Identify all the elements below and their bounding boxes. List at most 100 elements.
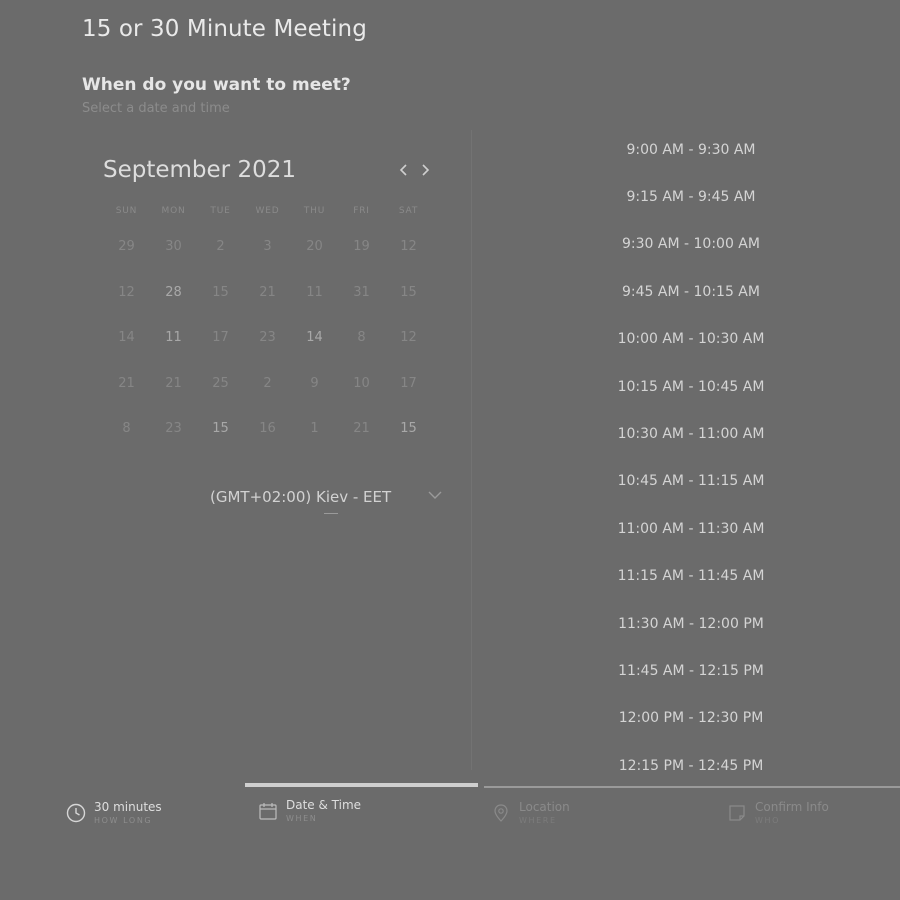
calendar-day[interactable]: 16 bbox=[244, 421, 291, 436]
calendar-header: September 2021 bbox=[100, 150, 440, 190]
calendar-day[interactable]: 21 bbox=[338, 421, 385, 436]
previous-month-button[interactable] bbox=[395, 160, 413, 180]
time-slot[interactable]: 11:45 AM - 12:15 PM bbox=[591, 647, 791, 694]
weekday-label: WED bbox=[255, 206, 280, 216]
section-subtitle: Select a date and time bbox=[82, 101, 230, 116]
step-duration[interactable]: 30 minutes HOW LONG bbox=[66, 799, 162, 827]
weekday-label: TUE bbox=[210, 206, 231, 216]
time-slot-label: 9:00 AM - 9:30 AM bbox=[626, 141, 756, 158]
chevron-down-icon bbox=[428, 491, 442, 499]
step-text: Location WHERE bbox=[519, 799, 570, 827]
calendar-day[interactable]: 11 bbox=[150, 330, 197, 345]
time-slot[interactable]: 9:00 AM - 9:30 AM bbox=[591, 126, 791, 173]
calendar-day[interactable]: 25 bbox=[197, 376, 244, 391]
calendar-day[interactable]: 21 bbox=[150, 376, 197, 391]
step-location[interactable]: Location WHERE bbox=[491, 799, 570, 827]
calendar-day[interactable]: 3 bbox=[244, 239, 291, 254]
calendar-day[interactable]: 1 bbox=[291, 421, 338, 436]
calendar-day[interactable]: 2 bbox=[197, 239, 244, 254]
location-pin-icon bbox=[494, 804, 508, 822]
calendar-week-row: 12 28 15 21 11 31 15 bbox=[103, 270, 440, 316]
calendar-day[interactable]: 2 bbox=[244, 376, 291, 391]
calendar-day[interactable]: 20 bbox=[291, 239, 338, 254]
calendar-week-row: 21 21 25 2 9 10 17 bbox=[103, 361, 440, 407]
calendar-day[interactable]: 15 bbox=[197, 421, 244, 436]
calendar-day[interactable]: 11 bbox=[291, 285, 338, 300]
step-text: 30 minutes HOW LONG bbox=[94, 799, 162, 827]
timezone-select[interactable]: (GMT+02:00) Kiev - EET bbox=[210, 484, 445, 510]
calendar-day[interactable]: 29 bbox=[103, 239, 150, 254]
chevron-left-icon bbox=[399, 164, 407, 176]
calendar-day[interactable]: 30 bbox=[150, 239, 197, 254]
time-slot-label: 11:00 AM - 11:30 AM bbox=[617, 520, 765, 537]
step-confirm-info[interactable]: Confirm Info WHO bbox=[727, 799, 829, 827]
calendar-day[interactable]: 15 bbox=[385, 285, 432, 300]
calendar-day[interactable]: 31 bbox=[338, 285, 385, 300]
weekday-label: MON bbox=[161, 206, 186, 216]
step-subtitle: WHO bbox=[755, 816, 781, 825]
time-slot-label: 10:45 AM - 11:15 AM bbox=[617, 473, 765, 490]
calendar-day[interactable]: 14 bbox=[103, 330, 150, 345]
weekday-label: THU bbox=[303, 206, 326, 216]
time-slot-label: 10:15 AM - 10:45 AM bbox=[617, 378, 765, 395]
step-date-time[interactable]: Date & Time WHEN bbox=[258, 797, 361, 825]
time-slot-list: 9:00 AM - 9:30 AM 9:15 AM - 9:45 AM 9:30… bbox=[591, 126, 791, 789]
time-slot-label: 12:15 PM - 12:45 PM bbox=[618, 757, 764, 774]
calendar-day[interactable]: 21 bbox=[244, 285, 291, 300]
step-subtitle: WHERE bbox=[519, 816, 557, 825]
step-title: Date & Time bbox=[286, 798, 362, 812]
time-slot[interactable]: 11:15 AM - 11:45 AM bbox=[591, 553, 791, 600]
time-slot-label: 11:45 AM - 12:15 PM bbox=[618, 662, 764, 679]
calendar-day[interactable]: 23 bbox=[244, 330, 291, 345]
clock-icon bbox=[66, 803, 86, 823]
calendar-day[interactable]: 23 bbox=[150, 421, 197, 436]
step-text: Confirm Info WHO bbox=[755, 799, 829, 827]
calendar-day[interactable]: 28 bbox=[150, 285, 197, 300]
calendar-day[interactable]: 12 bbox=[103, 285, 150, 300]
time-slot-label: 10:00 AM - 10:30 AM bbox=[617, 331, 765, 348]
weekday-label: FRI bbox=[353, 206, 370, 216]
calendar-week-row: 29 30 2 3 20 19 12 bbox=[103, 224, 440, 270]
calendar-day[interactable]: 17 bbox=[385, 376, 432, 391]
section-heading: When do you want to meet? bbox=[82, 75, 351, 95]
calendar-day[interactable]: 12 bbox=[385, 239, 432, 254]
step-title: Location bbox=[519, 800, 570, 814]
time-slot[interactable]: 12:15 PM - 12:45 PM bbox=[591, 742, 791, 789]
time-slot[interactable]: 10:30 AM - 11:00 AM bbox=[591, 410, 791, 457]
calendar-day[interactable]: 21 bbox=[103, 376, 150, 391]
calendar-day[interactable]: 19 bbox=[338, 239, 385, 254]
calendar-day[interactable]: 10 bbox=[338, 376, 385, 391]
timezone-underline bbox=[324, 513, 338, 514]
weekday-label: SAT bbox=[398, 206, 419, 216]
time-slot[interactable]: 9:15 AM - 9:45 AM bbox=[591, 173, 791, 220]
chevron-right-icon bbox=[422, 164, 430, 176]
time-slot-label: 10:30 AM - 11:00 AM bbox=[617, 426, 765, 443]
next-month-button[interactable] bbox=[416, 160, 434, 180]
time-slot[interactable]: 10:45 AM - 11:15 AM bbox=[591, 458, 791, 505]
weekday-label: SUN bbox=[115, 206, 138, 216]
time-slot[interactable]: 12:00 PM - 12:30 PM bbox=[591, 695, 791, 742]
calendar-day[interactable]: 9 bbox=[291, 376, 338, 391]
calendar-day[interactable]: 15 bbox=[197, 285, 244, 300]
step-text: Date & Time WHEN bbox=[286, 797, 361, 825]
step-title: 30 minutes bbox=[94, 800, 162, 814]
time-slot[interactable]: 10:00 AM - 10:30 AM bbox=[591, 316, 791, 363]
calendar-day[interactable]: 12 bbox=[385, 330, 432, 345]
time-slot[interactable]: 11:00 AM - 11:30 AM bbox=[591, 505, 791, 552]
time-slot[interactable]: 9:30 AM - 10:00 AM bbox=[591, 221, 791, 268]
calendar-day[interactable]: 17 bbox=[197, 330, 244, 345]
time-slot[interactable]: 9:45 AM - 10:15 AM bbox=[591, 268, 791, 315]
calendar: September 2021 SUN MON TUE WED THU FRI S… bbox=[100, 150, 440, 452]
time-slot-label: 11:15 AM - 11:45 AM bbox=[617, 568, 765, 585]
time-slot-label: 9:30 AM - 10:00 AM bbox=[622, 236, 760, 253]
document-icon bbox=[729, 805, 745, 821]
calendar-day[interactable]: 8 bbox=[338, 330, 385, 345]
month-label: September 2021 bbox=[103, 157, 296, 183]
calendar-day[interactable]: 14 bbox=[291, 330, 338, 345]
time-slot-label: 11:30 AM - 12:00 PM bbox=[618, 615, 764, 632]
calendar-day[interactable]: 8 bbox=[103, 421, 150, 436]
time-slot[interactable]: 10:15 AM - 10:45 AM bbox=[591, 363, 791, 410]
calendar-day[interactable]: 15 bbox=[385, 421, 432, 436]
time-slot[interactable]: 11:30 AM - 12:00 PM bbox=[591, 600, 791, 647]
timezone-value: (GMT+02:00) Kiev - EET bbox=[210, 488, 392, 506]
